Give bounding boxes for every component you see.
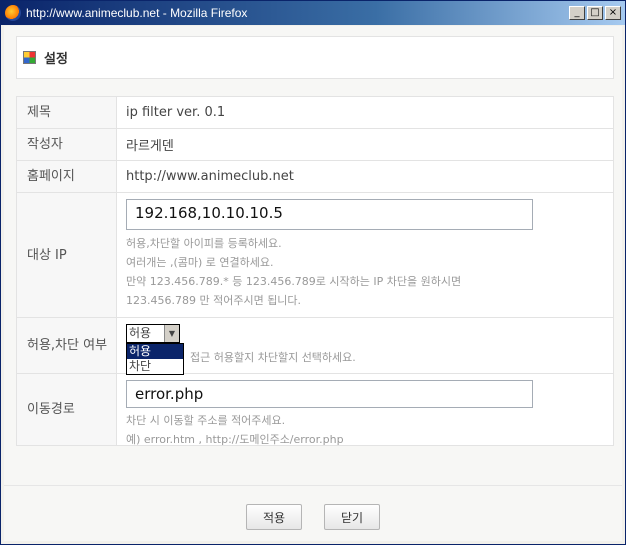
allow-help: 접근 허용할지 차단할지 선택하세요. xyxy=(190,351,356,364)
window-title: http://www.animeclub.net - Mozilla Firef… xyxy=(26,6,248,20)
homepage-value: http://www.animeclub.net xyxy=(126,169,294,184)
settings-header: 설정 xyxy=(16,36,614,79)
allow-block-dropdown: 허용 차단 xyxy=(126,343,184,375)
close-button[interactable]: 닫기 xyxy=(324,504,380,530)
option-allow[interactable]: 허용 xyxy=(127,344,183,359)
title-label: 제목 xyxy=(17,97,117,128)
author-value: 라르게덴 xyxy=(126,139,174,154)
firefox-icon xyxy=(5,5,21,21)
divider xyxy=(4,485,622,486)
apply-button[interactable]: 적용 xyxy=(246,504,302,530)
maximize-button[interactable]: □ xyxy=(587,6,603,20)
settings-logo-icon xyxy=(23,51,36,64)
redirect-input[interactable]: error.php xyxy=(126,380,533,408)
minimize-button[interactable]: _ xyxy=(569,6,585,20)
row-title: 제목 ip filter ver. 0.1 xyxy=(16,97,614,129)
redirect-help-line: 예) error.htm , http://도메인주소/error.php xyxy=(126,433,344,446)
homepage-label: 홈페이지 xyxy=(17,161,117,192)
allow-block-select[interactable]: 허용 ▼ xyxy=(126,324,180,343)
redirect-help-line: 차단 시 이동할 주소를 적어주세요. xyxy=(126,414,286,427)
page-content: 설정 제목 ip filter ver. 0.1 작성자 라르게덴 홈페이지 h… xyxy=(4,26,622,541)
page-title: 설정 xyxy=(44,52,68,67)
target-ip-input[interactable]: 192.168,10.10.10.5 xyxy=(126,199,533,230)
allow-block-label: 허용,차단 여부 xyxy=(17,318,117,373)
row-homepage: 홈페이지 http://www.animeclub.net xyxy=(16,161,614,193)
title-bar[interactable]: http://www.animeclub.net - Mozilla Firef… xyxy=(1,1,625,25)
target-help-line: 여러개는 ,(콤마) 로 연결하세요. xyxy=(126,256,274,269)
target-help-line: 123.456.789 만 적어주시면 됩니다. xyxy=(126,294,302,307)
chevron-down-icon[interactable]: ▼ xyxy=(164,325,179,342)
author-label: 작성자 xyxy=(17,129,117,160)
settings-form: 제목 ip filter ver. 0.1 작성자 라르게덴 홈페이지 http… xyxy=(16,96,614,446)
option-block[interactable]: 차단 xyxy=(127,359,183,374)
target-help-line: 허용,차단할 아이피를 등록하세요. xyxy=(126,237,282,250)
row-allow-block: 허용,차단 여부 허용 ▼ 허용 차단 접근 허용할지 차단할지 선택하세요. xyxy=(16,318,614,375)
allow-block-selected: 허용 xyxy=(129,326,152,340)
redirect-label: 이동경로 xyxy=(17,374,117,445)
target-ip-label: 대상 IP xyxy=(17,193,117,317)
close-window-button[interactable]: × xyxy=(605,6,621,20)
row-target-ip: 대상 IP 192.168,10.10.10.5 허용,차단할 아이피를 등록하… xyxy=(16,193,614,318)
row-author: 작성자 라르게덴 xyxy=(16,129,614,161)
row-redirect: 이동경로 error.php 차단 시 이동할 주소를 적어주세요. 예) er… xyxy=(16,374,614,446)
target-help-line: 만약 123.456.789.* 등 123.456.789로 시작하는 IP … xyxy=(126,275,462,288)
browser-window: http://www.animeclub.net - Mozilla Firef… xyxy=(0,0,626,545)
title-value: ip filter ver. 0.1 xyxy=(126,105,226,120)
